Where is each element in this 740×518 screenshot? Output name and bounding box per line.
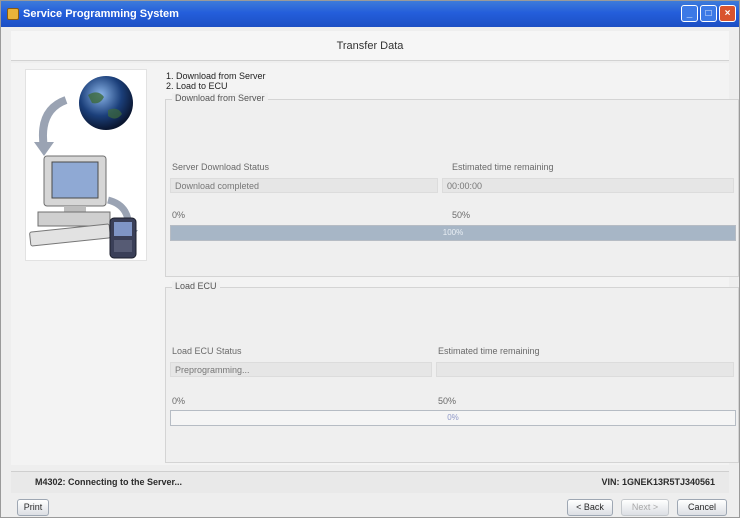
ecu-time-field	[436, 362, 734, 377]
computer-icon	[29, 155, 111, 247]
status-bar: M4302: Connecting to the Server... VIN: …	[11, 471, 729, 493]
download-group-legend: Download from Server	[172, 93, 268, 103]
app-icon	[7, 8, 19, 20]
download-time-label: Estimated time remaining	[452, 162, 554, 172]
load-ecu-status-field: Preprogramming...	[170, 362, 432, 377]
steps-list: 1. Download from Server 2. Load to ECU	[166, 71, 266, 91]
load-ecu-group: Load ECU Load ECU Status Estimated time …	[165, 281, 739, 463]
transfer-illustration-graphic	[29, 76, 138, 259]
status-message: M4302: Connecting to the Server...	[35, 477, 183, 487]
page-header: Transfer Data	[11, 31, 729, 61]
maximize-button[interactable]: □	[700, 5, 717, 22]
vin-label: VIN: 1GNEK13R5TJ340561	[601, 477, 715, 487]
download-progress-bar: 100%	[170, 225, 736, 241]
server-download-status-field: Download completed	[170, 178, 438, 193]
globe-icon	[79, 76, 133, 130]
download-arrow-icon	[39, 96, 68, 149]
cancel-button[interactable]: Cancel	[677, 499, 727, 516]
scan-tool-icon	[109, 217, 137, 259]
ecu-progress-mid-label: 50%	[438, 396, 457, 406]
ecu-progress-bar: 0%	[170, 410, 736, 426]
step-load: 2. Load to ECU	[166, 81, 228, 91]
print-button[interactable]: Print	[17, 499, 49, 516]
download-progress-mid-label: 50%	[452, 210, 471, 220]
download-progress-text: 100%	[442, 228, 464, 237]
next-button[interactable]: Next >	[621, 499, 669, 516]
close-button[interactable]: ×	[719, 5, 736, 22]
ecu-time-label: Estimated time remaining	[438, 346, 540, 356]
download-from-server-group: Download from Server Server Download Sta…	[165, 93, 739, 277]
download-time-field: 00:00:00	[442, 178, 734, 193]
download-progress-min-label: 0%	[172, 210, 186, 220]
load-ecu-status-label: Load ECU Status	[172, 346, 242, 356]
ecu-progress-min-label: 0%	[172, 396, 186, 406]
minimize-button[interactable]: _	[681, 5, 698, 22]
window-title: Service Programming System	[23, 8, 179, 20]
title-bar[interactable]: Service Programming System _ □ ×	[1, 1, 739, 27]
transfer-illustration	[25, 69, 147, 261]
page-title: Transfer Data	[336, 40, 404, 52]
ecu-progress-text: 0%	[447, 413, 459, 422]
application-window: Service Programming System _ □ × Transfe…	[0, 0, 740, 518]
load-ecu-group-legend: Load ECU	[172, 281, 220, 291]
step-download: 1. Download from Server	[166, 71, 266, 81]
server-download-status-label: Server Download Status	[172, 162, 270, 172]
back-button[interactable]: < Back	[567, 499, 613, 516]
